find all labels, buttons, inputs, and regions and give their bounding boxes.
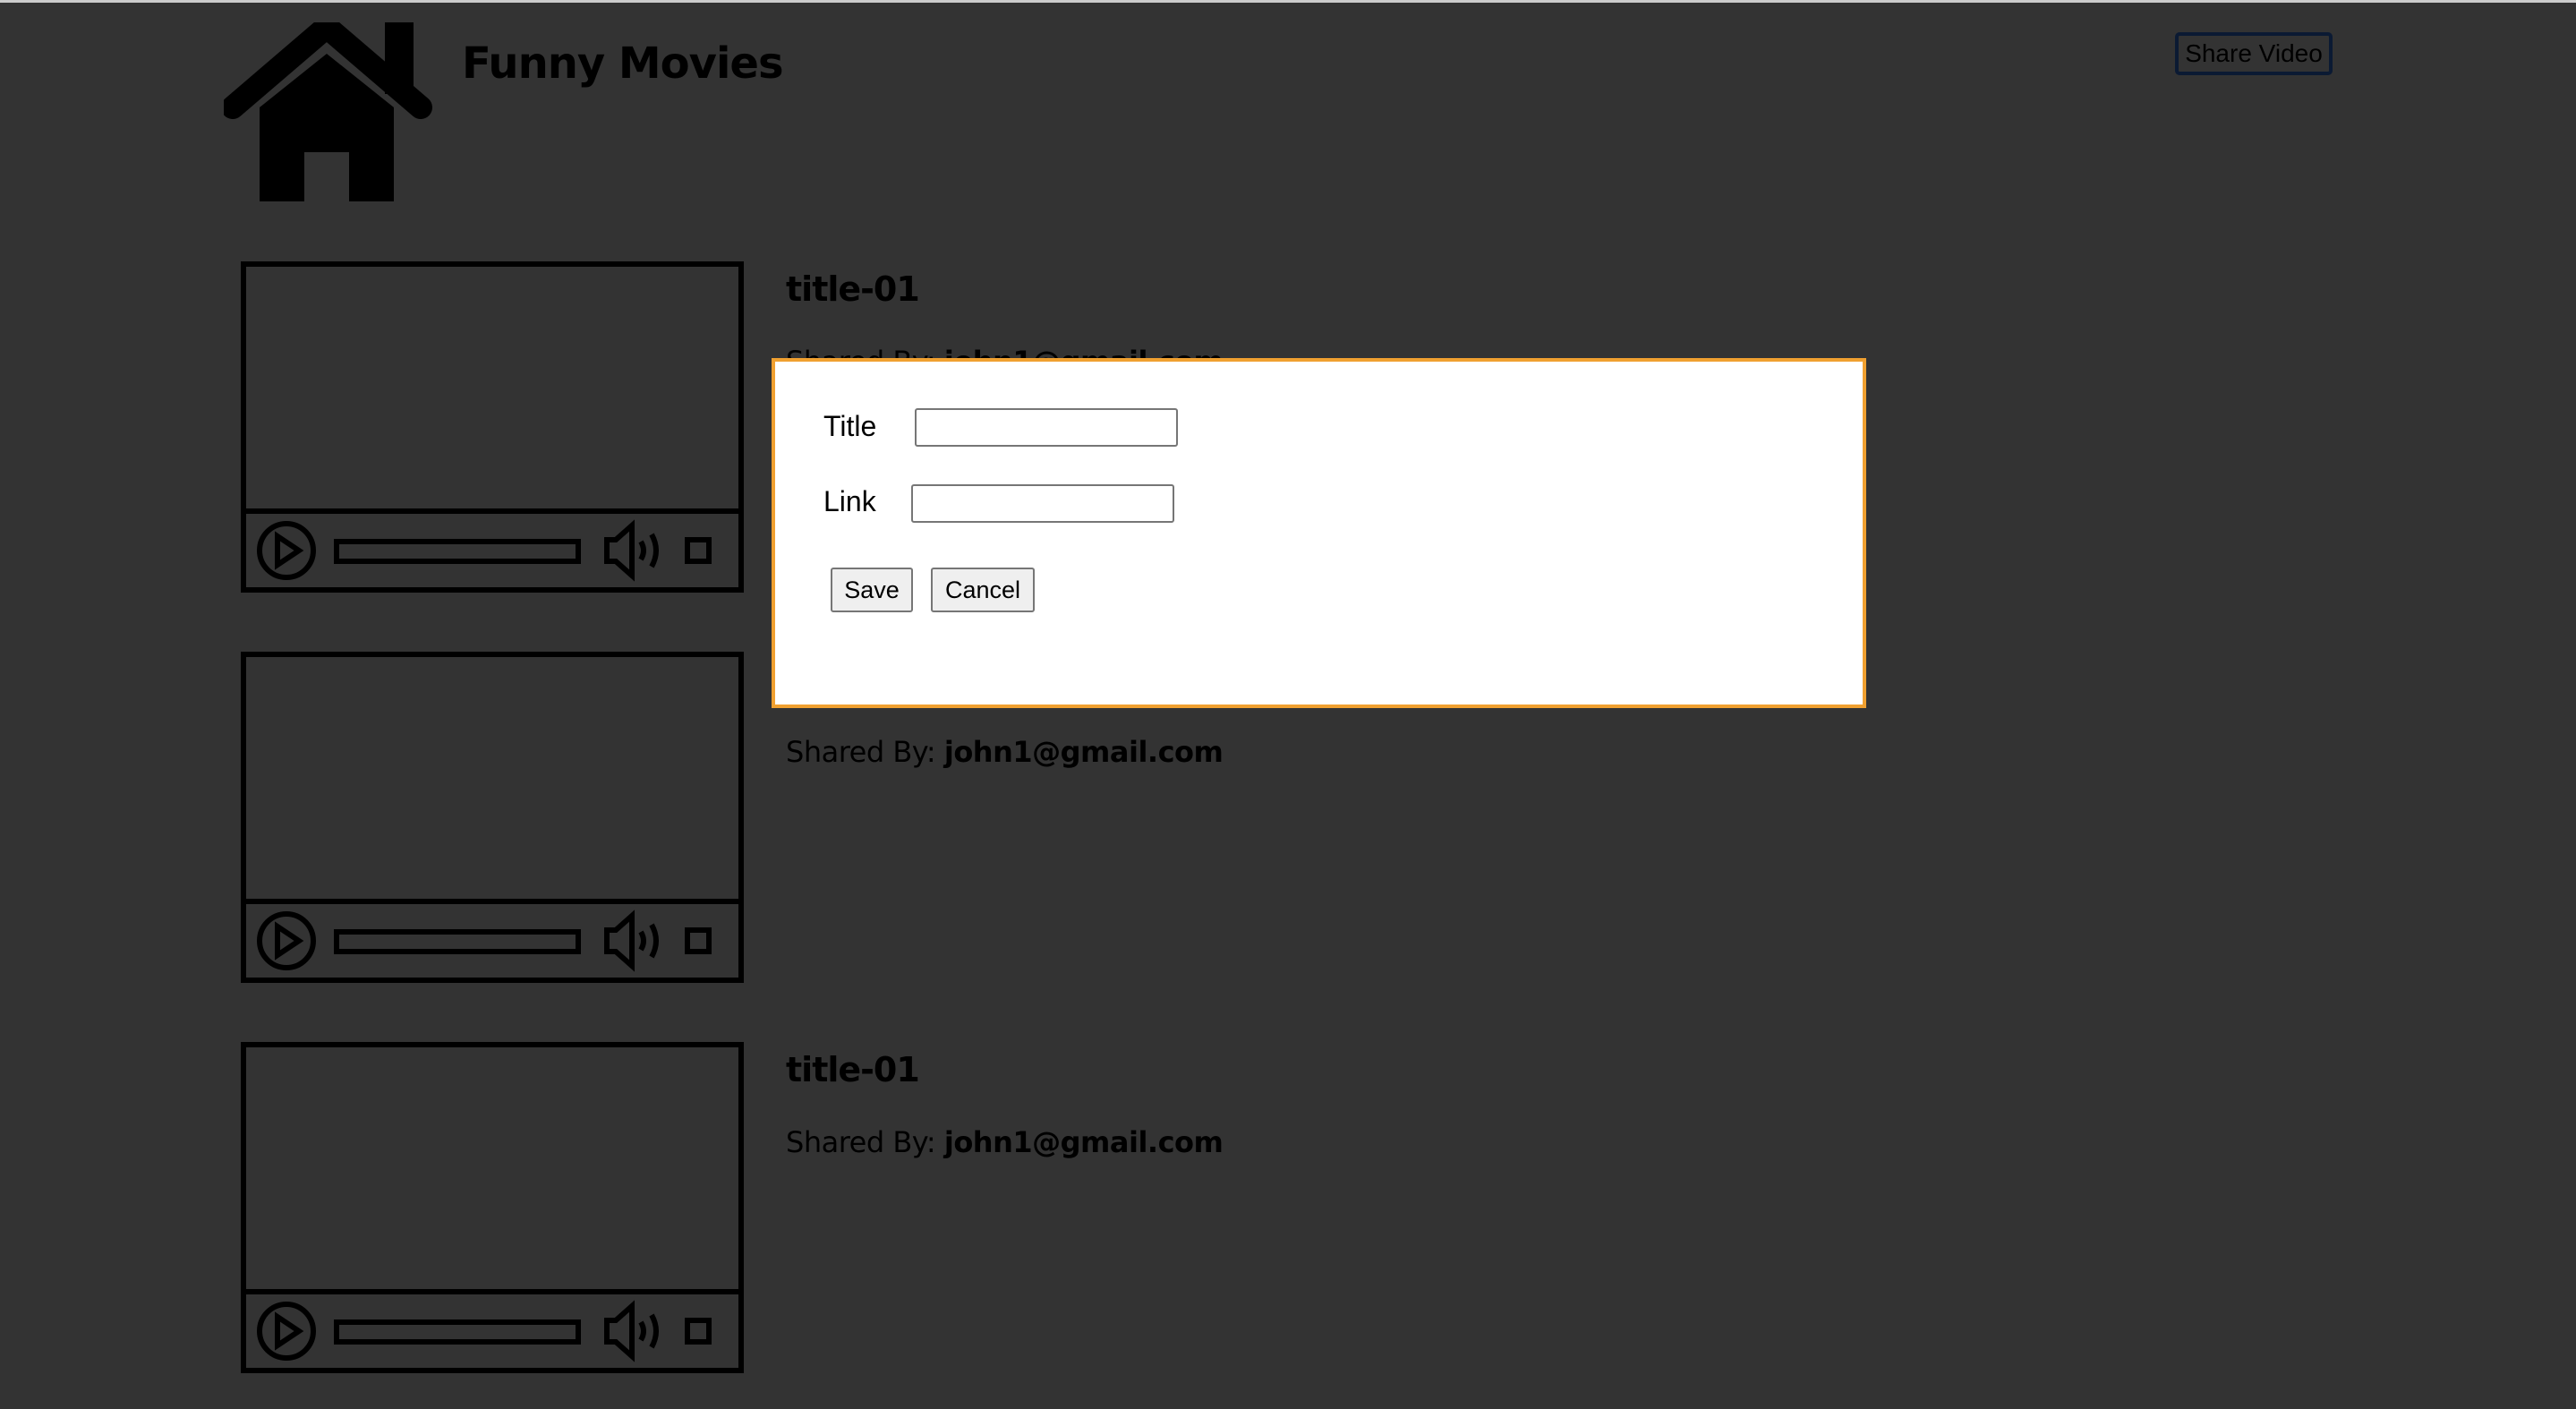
shared-by-email: john1@gmail.com: [943, 735, 1224, 769]
cancel-button[interactable]: Cancel: [931, 568, 1035, 612]
video-player-thumbnail[interactable]: [240, 260, 745, 593]
share-video-modal: Title Link Save Cancel: [772, 358, 1866, 708]
video-player-thumbnail[interactable]: [240, 651, 745, 984]
shared-by-label: Shared By:: [786, 735, 936, 769]
video-title: title-01: [786, 1050, 920, 1089]
video-player-thumbnail[interactable]: [240, 1041, 745, 1374]
app-title: Funny Movies: [462, 38, 784, 89]
title-label: Title: [823, 410, 877, 442]
title-input[interactable]: [915, 408, 1178, 447]
shared-by-email: john1@gmail.com: [943, 1125, 1224, 1159]
link-label: Link: [823, 485, 876, 517]
home-icon[interactable]: [224, 22, 449, 206]
share-video-button[interactable]: Share Video: [2175, 32, 2333, 75]
video-shared-by: Shared By: john1@gmail.com: [786, 1125, 1224, 1159]
link-input[interactable]: [911, 484, 1174, 523]
video-title: title-01: [786, 269, 920, 309]
shared-by-label: Shared By:: [786, 1125, 936, 1159]
video-shared-by: Shared By: john1@gmail.com: [786, 735, 1224, 769]
save-button[interactable]: Save: [831, 568, 913, 612]
